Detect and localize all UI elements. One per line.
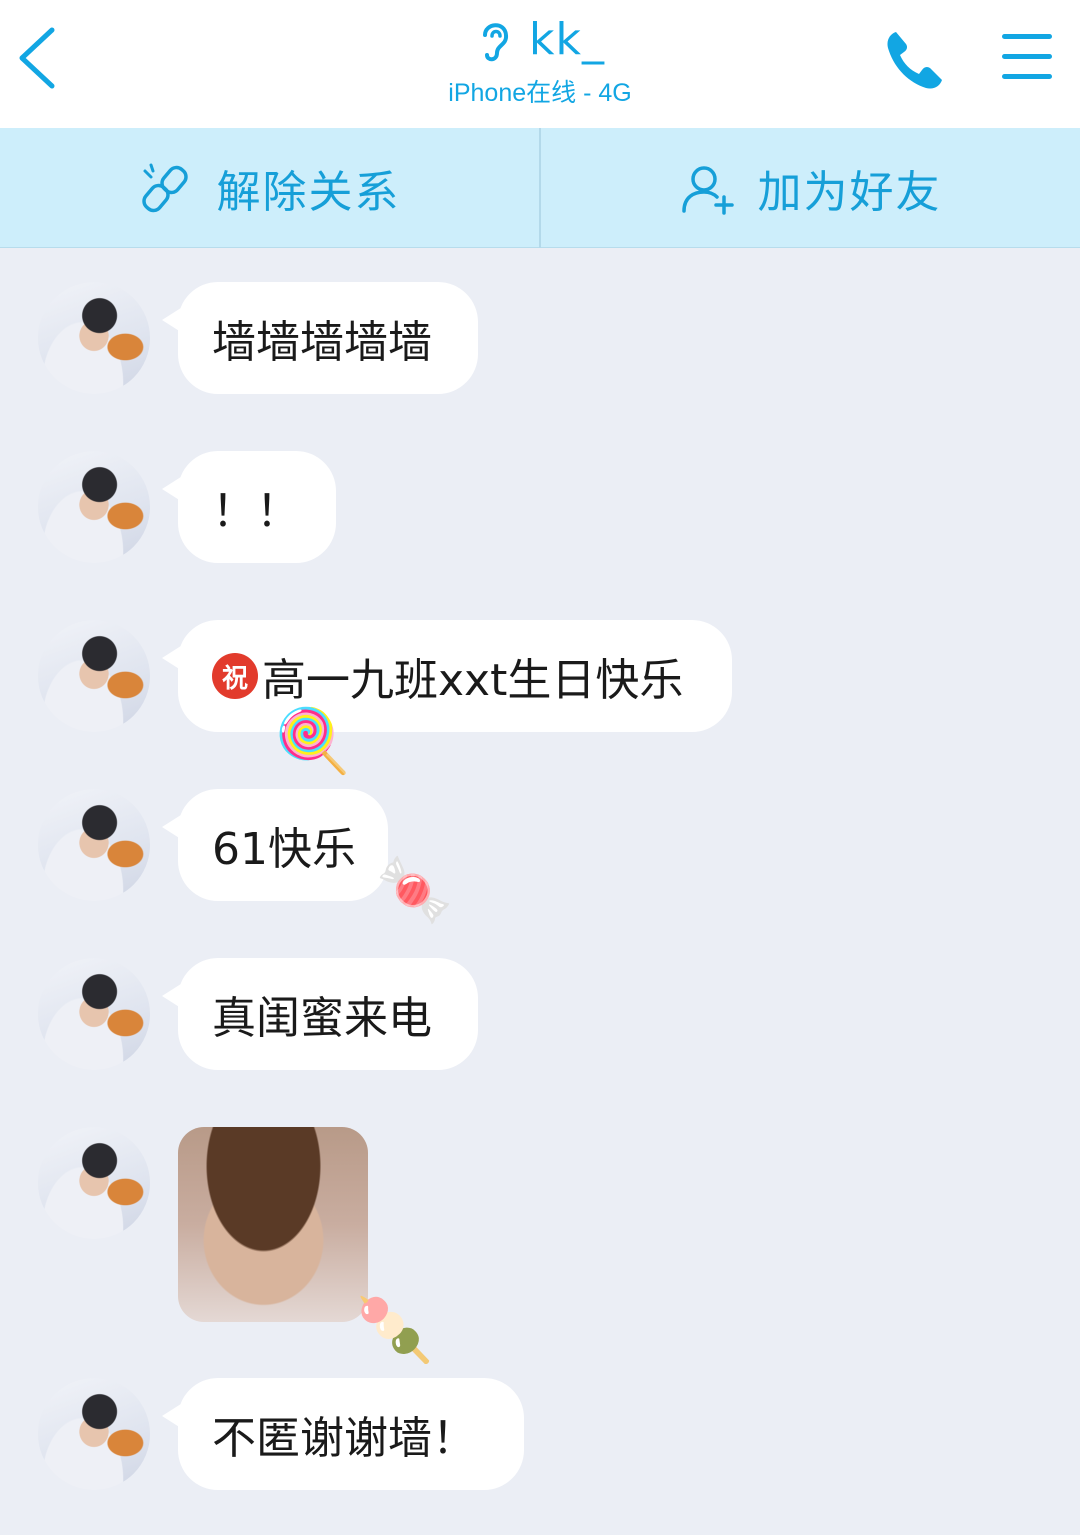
message-text: 不匿谢谢墙！ — [212, 1413, 476, 1464]
avatar[interactable] — [38, 1127, 150, 1239]
avatar[interactable] — [38, 620, 150, 732]
menu-button[interactable] — [998, 28, 1056, 86]
avatar[interactable] — [38, 282, 150, 394]
party-lollipop-sticker: 🍭 — [274, 704, 352, 777]
message-bubble[interactable]: 不匿谢谢墙！ — [162, 1378, 524, 1490]
call-button[interactable] — [882, 26, 948, 92]
image-message[interactable] — [178, 1127, 368, 1322]
menu-icon — [1002, 34, 1052, 79]
message-bubble[interactable]: 真闺蜜来电 — [162, 958, 478, 1070]
message-bubble[interactable]: 墙墙墙墙墙 — [162, 282, 478, 394]
party-candy-sticker: 🍬 — [376, 853, 454, 926]
avatar[interactable] — [38, 789, 150, 901]
ear-icon — [483, 22, 509, 61]
avatar[interactable] — [38, 958, 150, 1070]
message-text: 墙墙墙墙墙 — [212, 317, 432, 368]
message-bubble[interactable]: 61快乐 — [162, 789, 388, 901]
add-friend-button[interactable]: 加为好友 — [541, 128, 1080, 248]
unlink-icon — [141, 163, 188, 213]
tanghulu-sticker: 🍡 — [356, 1293, 434, 1366]
unlink-button[interactable]: 解除关系 — [0, 128, 539, 248]
add-friend-label: 加为好友 — [757, 167, 942, 218]
phone-icon — [887, 32, 942, 89]
relation-action-bar: 解除关系 加为好友 — [0, 128, 1080, 248]
unlink-label: 解除关系 — [216, 167, 401, 218]
message-bubble[interactable]: 祝 高一九班xxt生日快乐 — [162, 620, 732, 732]
message-text: 高一九班xxt生日快乐 — [262, 655, 684, 706]
contact-name: kk_ — [529, 14, 605, 65]
avatar[interactable] — [38, 451, 150, 563]
avatar[interactable] — [38, 1378, 150, 1490]
chat-header: kk_ iPhone在线 - 4G — [0, 0, 1080, 128]
zhu-badge: 祝 — [212, 653, 258, 699]
add-friend-icon — [681, 166, 734, 215]
message-text: 61快乐 — [212, 824, 356, 875]
message-bubble[interactable]: ！！ — [162, 451, 336, 563]
message-text: 真闺蜜来电 — [212, 993, 432, 1044]
message-text: ！！ — [212, 486, 300, 537]
